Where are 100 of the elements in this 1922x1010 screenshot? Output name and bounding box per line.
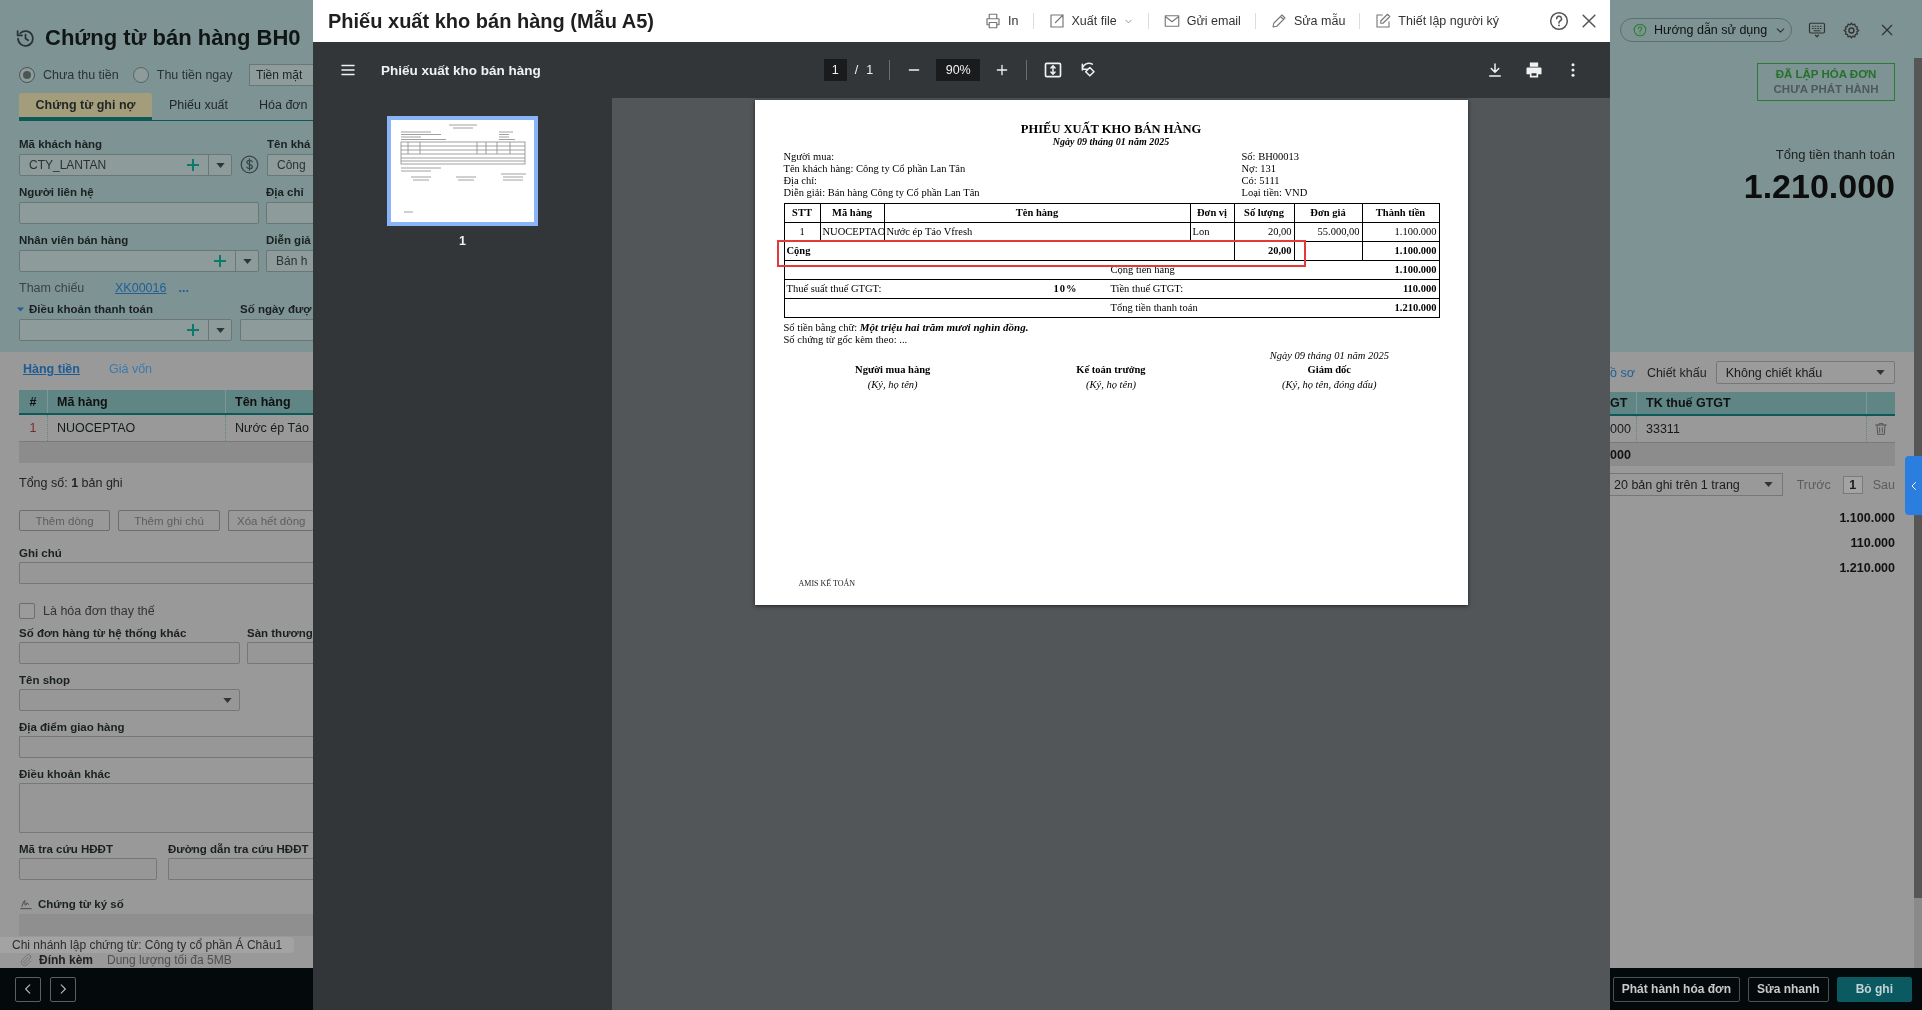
checkbox-label[interactable]: Là hóa đơn thay thế	[43, 604, 155, 618]
signature-date: Ngày 09 tháng 01 năm 2025	[1269, 349, 1389, 363]
column-header: Thành tiền	[1362, 203, 1439, 223]
export-button[interactable]: Xuất file	[1033, 7, 1148, 35]
delivery-place-field[interactable]	[19, 736, 313, 758]
previous-button[interactable]	[15, 976, 41, 1002]
edit-template-button[interactable]: Sửa mẫu	[1255, 7, 1360, 35]
scrollbar[interactable]	[1914, 58, 1922, 968]
signer-setup-button[interactable]: Thiết lập người ký	[1360, 7, 1513, 35]
info-line: Tên khách hàng: Công ty Cổ phần Lan Tân	[783, 163, 966, 175]
contact-field[interactable]	[19, 202, 259, 224]
edit-icon[interactable]	[1374, 12, 1393, 30]
tab[interactable]: Chứng từ ghi nợ	[19, 93, 152, 120]
info-line: Nợ: 131	[1241, 163, 1276, 175]
salesperson-field[interactable]	[19, 250, 259, 272]
pencil-icon[interactable]	[1269, 12, 1288, 30]
description-field[interactable]: Bán h	[266, 250, 313, 272]
next-page-link[interactable]: Sau	[1872, 477, 1895, 492]
tab[interactable]: Hàng tiền	[23, 361, 80, 377]
footer-button[interactable]: Phát hành hóa đơn	[1612, 976, 1740, 1002]
envelope-icon[interactable]	[1162, 12, 1181, 30]
footer-text: AMIS KẾ TOÁN	[798, 579, 856, 589]
field-label: Người liên hệ	[19, 185, 95, 200]
table-cell: 20,00	[1234, 241, 1294, 261]
field-label: Số đơn hàng từ hệ thống khác	[19, 626, 188, 641]
column-header: STT	[784, 203, 820, 223]
table-cell: Lon	[1190, 222, 1234, 242]
section-label: Điều khoản thanh toán	[29, 302, 153, 317]
tab[interactable]: Hóa đơn	[245, 93, 308, 120]
signer-note: (Ký, họ tên)	[1086, 378, 1136, 392]
caret-icon[interactable]	[215, 162, 225, 168]
caret-icon[interactable]	[1876, 370, 1885, 375]
caret-icon[interactable]	[1763, 482, 1773, 487]
info-line: Loại tiền: VND	[1241, 187, 1308, 199]
payment-terms-field[interactable]	[19, 319, 232, 341]
customer-name-field[interactable]: Công	[267, 154, 313, 176]
column-header: Đơn vị	[1190, 203, 1234, 223]
summary-value: 1.210.000	[1394, 302, 1437, 314]
side-panel-toggle[interactable]	[1905, 456, 1922, 515]
trash-icon[interactable]	[1873, 421, 1889, 437]
export-icon[interactable]	[1047, 12, 1066, 30]
table-cell-text: 000	[1610, 421, 1632, 438]
payment-method-select[interactable]: Tiền mặt	[249, 64, 313, 86]
keyboard-icon[interactable]	[1808, 20, 1826, 40]
total-label: Tổng tiền thanh toán	[1775, 147, 1895, 163]
document-date: Ngày 09 tháng 01 năm 2025	[1052, 136, 1170, 148]
other-terms-field[interactable]	[19, 783, 313, 833]
einvoice-link-field[interactable]	[168, 858, 313, 880]
caret-icon[interactable]	[223, 697, 232, 703]
column-header: Mã hàng	[48, 390, 226, 413]
page-number-field[interactable]: 1	[1842, 475, 1863, 494]
help-icon[interactable]	[1549, 11, 1569, 31]
discount-select[interactable]: Không chiết khấu	[1715, 361, 1895, 384]
field-label: Điều khoản khác	[19, 767, 112, 782]
table-cell-text: Nước ép Táo	[234, 420, 310, 437]
fit-page-icon[interactable]	[1043, 60, 1064, 80]
print-button[interactable]: In	[970, 7, 1033, 35]
settings-icon[interactable]	[1841, 19, 1861, 41]
stamp-text: ĐÃ LẬP HÓA ĐƠN	[1775, 67, 1877, 82]
page-count: 1	[866, 63, 874, 77]
summary-label: Thuế suất thuế GTGT:	[786, 283, 882, 295]
record-count: Tổng số: 1 bản ghi	[19, 475, 123, 491]
checkbox[interactable]	[19, 603, 35, 619]
amount-in-words: Số tiền bằng chữ: Một triệu hai trăm mươi nghìn đồng.	[783, 321, 1030, 334]
radio-button[interactable]	[19, 67, 35, 83]
branch-note: Chi nhánh lập chứng từ: Công ty cổ phần Á Châu1	[0, 937, 295, 953]
signer-role: Giám đốc	[1307, 363, 1352, 377]
download-icon[interactable]	[1486, 61, 1504, 79]
due-days-field[interactable]	[240, 319, 313, 341]
radio-button[interactable]	[132, 67, 149, 83]
address-field[interactable]	[266, 202, 313, 224]
column-header: TK thuế GTGT	[1636, 392, 1866, 414]
dollar-icon[interactable]	[240, 155, 259, 174]
page-size-select[interactable]: 20 bản ghi trên 1 trang	[1610, 473, 1783, 496]
records-link[interactable]: ồ sơ	[1610, 365, 1635, 380]
radio-label[interactable]: Chưa thu tiền	[43, 68, 119, 82]
footer-button[interactable]: Sửa nhanh	[1747, 976, 1829, 1002]
collapse-caret-icon[interactable]	[17, 306, 24, 312]
caret-icon[interactable]	[242, 258, 252, 264]
radio-label[interactable]: Thu tiền ngay	[156, 68, 233, 82]
footer-button[interactable]: Bỏ ghi	[1836, 976, 1912, 1002]
field-label: Mã khách hàng	[19, 137, 104, 152]
zoom-level-field[interactable]: 90%	[936, 59, 981, 81]
printer-icon[interactable]	[1524, 60, 1544, 80]
tab[interactable]: Phiếu xuất	[152, 93, 245, 120]
history-icon[interactable]	[15, 27, 36, 49]
column-header: Tên hàng	[234, 393, 292, 411]
note-field[interactable]	[19, 562, 313, 584]
marketplace-field[interactable]	[247, 642, 313, 664]
page-number-field[interactable]: 1	[823, 59, 847, 81]
next-button[interactable]	[50, 976, 76, 1002]
email-button[interactable]: Gửi email	[1148, 7, 1255, 35]
section-label: Chứng từ ký số	[38, 897, 124, 912]
paperclip-icon[interactable]	[19, 953, 33, 967]
column-header: Số lượng	[1234, 203, 1294, 223]
customer-code-field[interactable]: CTY_LANTAN	[19, 154, 232, 176]
external-order-field[interactable]	[19, 642, 240, 664]
einvoice-code-field[interactable]	[19, 858, 157, 880]
caret-icon[interactable]	[215, 327, 225, 333]
document-title: PHIẾU XUẤT KHO BÁN HÀNG	[1020, 122, 1202, 136]
